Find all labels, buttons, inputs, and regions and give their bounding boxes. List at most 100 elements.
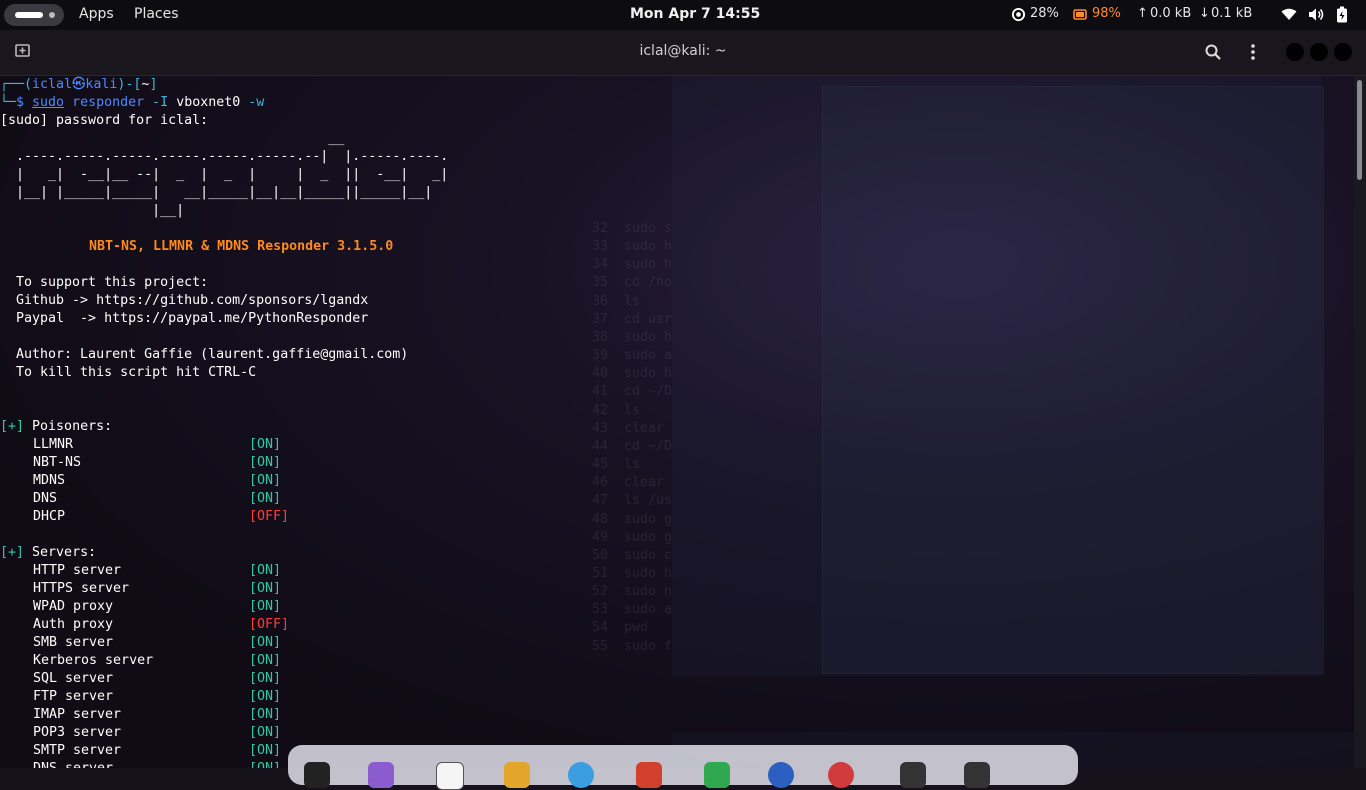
power-battery-icon[interactable] <box>1336 6 1348 23</box>
status-value: [ON] <box>249 437 282 452</box>
status-value: [ON] <box>249 671 282 686</box>
status-value: [ON] <box>249 473 282 488</box>
cmd-flag2: -w <box>248 95 265 110</box>
status-row: Auth proxy [OFF] <box>0 616 400 634</box>
status-row: Kerberos server [ON] <box>0 652 400 670</box>
dock-app-icon[interactable] <box>368 762 394 788</box>
status-name: IMAP server <box>33 707 122 722</box>
status-value: [ON] <box>249 635 282 650</box>
apps-menu[interactable]: Apps <box>79 6 114 22</box>
status-name: MDNS <box>33 473 66 488</box>
volume-icon[interactable] <box>1308 7 1324 22</box>
status-row: LLMNR [ON] <box>0 436 400 454</box>
cmd-sudo: sudo <box>32 95 65 110</box>
cmd-arg1: vboxnet0 <box>176 95 241 110</box>
github-line: Github -> https://github.com/sponsors/lg… <box>0 293 369 308</box>
terminal-header-bar: iclal@kali: ~ <box>0 30 1366 76</box>
menu-kebab-icon[interactable] <box>1244 42 1262 62</box>
status-value: [ON] <box>249 599 282 614</box>
banner-line-1: __ <box>0 131 345 146</box>
status-row: HTTP server [ON] <box>0 562 400 580</box>
status-name: WPAD proxy <box>33 599 114 614</box>
status-name: HTTP server <box>33 563 122 578</box>
status-row: DHCP [OFF] <box>0 508 400 526</box>
command-line: └─$ sudo responder -I vboxnet0 -w <box>0 95 265 110</box>
author-line: Author: Laurent Gaffie (laurent.gaffie@g… <box>0 347 409 362</box>
terminal-scrollbar[interactable] <box>1354 76 1366 768</box>
status-row: HTTPS server [ON] <box>0 580 400 598</box>
status-name: HTTPS server <box>33 581 130 596</box>
download-arrow-icon: ↓ <box>1199 6 1210 21</box>
status-value: [ON] <box>249 689 282 704</box>
status-row: POP3 server [ON] <box>0 724 400 742</box>
dock-app-icon[interactable] <box>900 762 926 788</box>
terminal-output[interactable]: ┌──(iclal㉿kali)-[~] └─$ sudo responder -… <box>0 76 1354 768</box>
status-name: SMTP server <box>33 743 122 758</box>
download-speed[interactable]: 0.1 kB <box>1211 6 1252 21</box>
workspace-active-indicator <box>15 12 43 18</box>
responder-title: NBT-NS, LLMNR & MDNS Responder 3.1.5.0 <box>89 239 394 254</box>
prompt-user: iclal <box>32 77 73 92</box>
poisoners-heading-text: Poisoners: <box>24 419 113 434</box>
status-row: DNS [ON] <box>0 490 400 508</box>
status-row: IMAP server [ON] <box>0 706 400 724</box>
close-button[interactable] <box>1334 43 1352 61</box>
battery-level[interactable]: 98% <box>1092 6 1121 21</box>
plus-marker: [+] <box>0 545 25 560</box>
dock-app-icon[interactable] <box>636 762 662 788</box>
dock-app-icon[interactable] <box>504 762 530 788</box>
banner-line-3: | _| -__|__ --| _ | _ | | _ || -__| _| <box>0 167 449 182</box>
cpu-usage[interactable]: 28% <box>1030 6 1059 21</box>
status-name: DNS <box>33 491 58 506</box>
status-name: DHCP <box>33 509 66 524</box>
status-row: SMB server [ON] <box>0 634 400 652</box>
dock-app-icon[interactable] <box>768 762 794 788</box>
status-row: FTP server [ON] <box>0 688 400 706</box>
maximize-button[interactable] <box>1310 43 1328 61</box>
banner-line-4: |__| |_____|_____| __|_____|__|__|_____|… <box>0 185 433 200</box>
sudo-prompt: [sudo] password for iclal: <box>0 113 209 128</box>
kill-line: To kill this script hit CTRL-C <box>0 365 257 380</box>
banner-line-2: .----.-----.-----.-----.-----.-----.--| … <box>0 149 449 164</box>
upload-speed[interactable]: 0.0 kB <box>1150 6 1191 21</box>
support-heading: To support this project: <box>0 275 209 290</box>
dock-browser-icon[interactable] <box>568 762 594 788</box>
activities-button[interactable] <box>4 4 64 26</box>
status-row: SQL server [ON] <box>0 670 400 688</box>
status-value: [ON] <box>249 491 282 506</box>
prompt-line: ┌──(iclal㉿kali)-[~] <box>0 77 158 92</box>
search-icon[interactable] <box>1204 43 1222 61</box>
dock-files-icon[interactable] <box>436 762 464 790</box>
workspace-indicator <box>49 12 55 18</box>
dock-app-icon[interactable] <box>828 762 854 788</box>
dock-terminal-icon[interactable] <box>304 762 330 788</box>
battery-icon <box>1073 9 1087 20</box>
status-value: [ON] <box>249 653 282 668</box>
top-panel: Apps Places Mon Apr 7 14:55 28% 98% ↑ 0.… <box>0 0 1366 30</box>
terminal-window-title: iclal@kali: ~ <box>639 43 727 59</box>
dock-app-icon[interactable] <box>964 762 990 788</box>
status-name: NBT-NS <box>33 455 82 470</box>
status-name: SQL server <box>33 671 114 686</box>
dock <box>288 745 1078 790</box>
wifi-icon[interactable] <box>1281 8 1297 21</box>
status-value: [ON] <box>249 760 281 768</box>
prompt-host: kali <box>85 77 118 92</box>
status-value: [OFF] <box>249 509 290 524</box>
status-name: FTP server <box>33 689 114 704</box>
plus-marker: [+] <box>0 419 25 434</box>
status-name: LLMNR <box>33 437 74 452</box>
places-menu[interactable]: Places <box>134 6 179 22</box>
paypal-line: Paypal -> https://paypal.me/PythonRespon… <box>0 311 369 326</box>
dock-app-icon[interactable] <box>704 762 730 788</box>
status-row: MDNS [ON] <box>0 472 400 490</box>
clock[interactable]: Mon Apr 7 14:55 <box>630 6 760 22</box>
cmd-flag1: -I <box>152 95 169 110</box>
poisoners-heading: [+] Poisoners: <box>0 418 112 436</box>
status-value: [OFF] <box>249 617 290 632</box>
minimize-button[interactable] <box>1286 43 1304 61</box>
status-value: [ON] <box>249 581 282 596</box>
scrollbar-thumb[interactable] <box>1357 80 1362 180</box>
servers-heading: [+] Servers: <box>0 544 96 562</box>
status-value: [ON] <box>249 743 282 758</box>
